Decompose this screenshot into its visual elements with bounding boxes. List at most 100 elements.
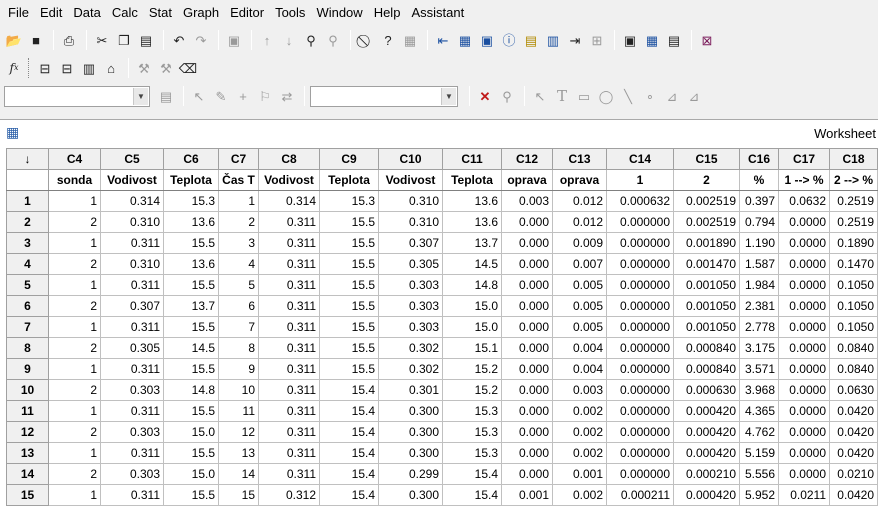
data-cell[interactable]: 0.005: [552, 316, 607, 338]
data-cell[interactable]: 5.159: [739, 442, 779, 464]
data-cell[interactable]: 15.4: [442, 484, 502, 506]
row-header[interactable]: 13: [6, 442, 49, 464]
data-cell[interactable]: 0.300: [378, 442, 443, 464]
data-cell[interactable]: 0.0000: [778, 274, 830, 296]
data-cell[interactable]: 0.311: [100, 358, 164, 380]
data-cell[interactable]: 0.000420: [673, 484, 740, 506]
data-cell[interactable]: 0.000: [501, 211, 553, 233]
data-cell[interactable]: 0.311: [100, 442, 164, 464]
data-cell[interactable]: 0.000000: [606, 253, 674, 275]
data-cell[interactable]: 2: [48, 253, 101, 275]
data-cell[interactable]: 0.001890: [673, 232, 740, 254]
paste-icon[interactable]: ▤: [136, 30, 156, 50]
data-cell[interactable]: 0.311: [258, 421, 320, 443]
data-cell[interactable]: 4.762: [739, 421, 779, 443]
data-cell[interactable]: 0.000840: [673, 337, 740, 359]
data-cell[interactable]: 15.3: [163, 190, 219, 212]
data-cell[interactable]: 5.556: [739, 463, 779, 485]
data-cell[interactable]: 1.984: [739, 274, 779, 296]
data-cell[interactable]: 0.300: [378, 421, 443, 443]
data-cell[interactable]: 0.311: [258, 295, 320, 317]
data-cell[interactable]: 13.7: [163, 295, 219, 317]
column-name-cell[interactable]: 2 --> %: [829, 169, 878, 191]
chevron-down-icon[interactable]: ▼: [441, 87, 456, 105]
data-cell[interactable]: 1.587: [739, 253, 779, 275]
data-cell[interactable]: 0.0840: [829, 358, 878, 380]
data-cell[interactable]: 15.5: [319, 253, 379, 275]
data-cell[interactable]: 0.302: [378, 358, 443, 380]
down-arrow-icon[interactable]: ↓: [279, 30, 299, 50]
menu-graph[interactable]: Graph: [183, 5, 219, 20]
data-cell[interactable]: 0.001050: [673, 274, 740, 296]
column-name-cell[interactable]: Vodivost: [258, 169, 320, 191]
column-header[interactable]: C9: [319, 148, 379, 170]
column-header[interactable]: C8: [258, 148, 320, 170]
data-cell[interactable]: 15.4: [319, 421, 379, 443]
data-cell[interactable]: 0.002: [552, 442, 607, 464]
data-cell[interactable]: 0.311: [258, 253, 320, 275]
data-cell[interactable]: 0.005: [552, 274, 607, 296]
data-cell[interactable]: 1: [48, 274, 101, 296]
data-cell[interactable]: 14: [218, 463, 259, 485]
data-cell[interactable]: 15: [218, 484, 259, 506]
line-icon[interactable]: ╲: [618, 86, 638, 106]
menu-editor[interactable]: Editor: [230, 5, 264, 20]
data-cell[interactable]: 0.301: [378, 379, 443, 401]
data-cell[interactable]: 0.2519: [829, 211, 878, 233]
column-header[interactable]: C10: [378, 148, 443, 170]
data-cell[interactable]: 15.5: [319, 211, 379, 233]
data-cell[interactable]: 0.000420: [673, 400, 740, 422]
polyline-icon[interactable]: ⊿: [662, 86, 682, 106]
brush-disabled-icon[interactable]: ⚒: [134, 58, 154, 78]
data-cell[interactable]: 0.000000: [606, 232, 674, 254]
data-cell[interactable]: 0.012: [552, 190, 607, 212]
data-cell[interactable]: 15.2: [442, 358, 502, 380]
info-icon[interactable]: ⓘ: [499, 30, 519, 50]
data-cell[interactable]: 5: [218, 274, 259, 296]
data-cell[interactable]: 0.300: [378, 400, 443, 422]
data-cell[interactable]: 0.000000: [606, 442, 674, 464]
data-cell[interactable]: 0.311: [100, 484, 164, 506]
data-cell[interactable]: 0.311: [258, 211, 320, 233]
tile-icon[interactable]: ▣: [620, 30, 640, 50]
data-cell[interactable]: 0.000000: [606, 421, 674, 443]
data-cell[interactable]: 0.2519: [829, 190, 878, 212]
data-cell[interactable]: 0.001470: [673, 253, 740, 275]
data-cell[interactable]: 15.4: [319, 400, 379, 422]
data-cell[interactable]: 15.3: [442, 442, 502, 464]
data-cell[interactable]: 13.6: [442, 190, 502, 212]
data-cell[interactable]: 2: [48, 421, 101, 443]
data-cell[interactable]: 0.794: [739, 211, 779, 233]
data-cell[interactable]: 15.5: [319, 295, 379, 317]
data-cell[interactable]: 0.000420: [673, 421, 740, 443]
data-cell[interactable]: 15.5: [319, 232, 379, 254]
data-cell[interactable]: 0.001: [501, 484, 553, 506]
row-header[interactable]: 10: [6, 379, 49, 401]
menu-edit[interactable]: Edit: [40, 5, 62, 20]
data-cell[interactable]: 15.5: [319, 358, 379, 380]
data-cell[interactable]: 7: [218, 316, 259, 338]
data-cell[interactable]: 0.000: [501, 421, 553, 443]
data-cell[interactable]: 0.000: [501, 379, 553, 401]
menu-file[interactable]: File: [8, 5, 29, 20]
data-cell[interactable]: 0.311: [258, 379, 320, 401]
data-cell[interactable]: 0.002: [552, 484, 607, 506]
data-cell[interactable]: 0.007: [552, 253, 607, 275]
column-name-cell[interactable]: Teplota: [319, 169, 379, 191]
data-cell[interactable]: 0.311: [258, 400, 320, 422]
column-header[interactable]: C12: [501, 148, 553, 170]
data-cell[interactable]: 15.5: [163, 316, 219, 338]
column-name-cell[interactable]: Vodivost: [378, 169, 443, 191]
data-cell[interactable]: 2: [48, 379, 101, 401]
close-all-graphs-icon[interactable]: ⊠: [697, 30, 717, 50]
data-cell[interactable]: 0.0000: [778, 400, 830, 422]
data-cell[interactable]: 15.4: [442, 463, 502, 485]
data-cell[interactable]: 1: [48, 442, 101, 464]
column-name-cell[interactable]: 1 --> %: [778, 169, 830, 191]
column-name-cell[interactable]: oprava: [501, 169, 553, 191]
data-cell[interactable]: 0.310: [378, 211, 443, 233]
column-name-cell[interactable]: %: [739, 169, 779, 191]
cut-icon[interactable]: ✂: [92, 30, 112, 50]
data-cell[interactable]: 0.000: [501, 442, 553, 464]
data-cell[interactable]: 2.381: [739, 295, 779, 317]
